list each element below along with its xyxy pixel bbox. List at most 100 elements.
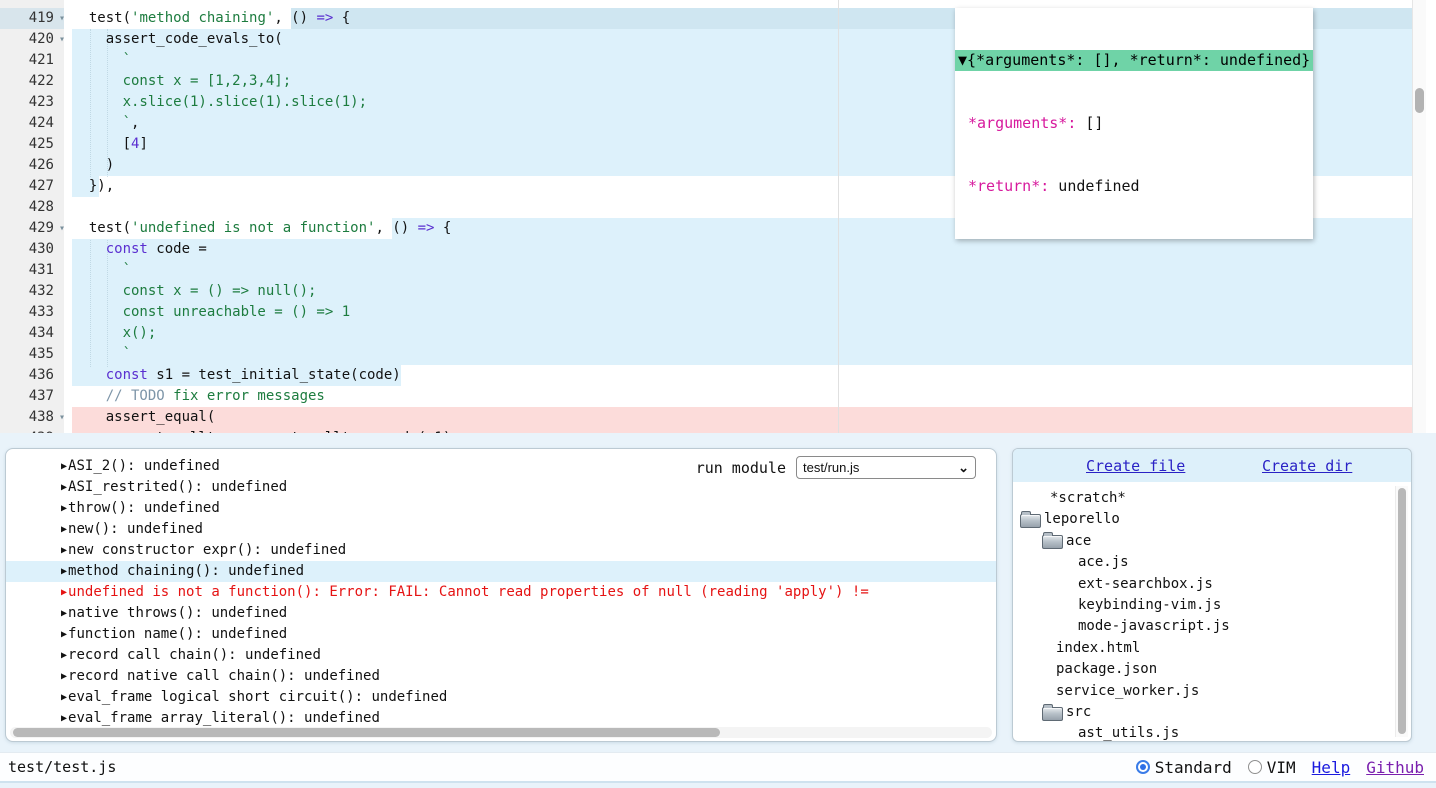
expand-triangle-icon[interactable]: ▶ [61,692,67,703]
gutter-line-number[interactable]: 427 [0,176,64,197]
expand-triangle-icon[interactable]: ▶ [61,566,67,577]
code-token: // TODO [72,388,165,404]
result-row[interactable]: ▶ASI_restrited(): undefined [6,477,996,498]
file-tree-panel: Create file Create dir *scratch*leporell… [1012,448,1412,742]
gutter-line-number[interactable]: 420▾ [0,29,64,50]
expand-triangle-icon[interactable]: ▶ [61,650,67,661]
expand-triangle-icon[interactable]: ▶ [61,545,67,556]
result-row[interactable]: ▶native throws(): undefined [6,603,996,624]
code-editor[interactable]: test('method chaining', () => { assert_c… [0,0,1436,433]
gutter-line-number[interactable]: 429▾ [0,218,64,239]
tree-file-row[interactable]: index.html [1056,638,1140,659]
gutter-line-number[interactable]: 432 [0,281,64,302]
tree-file-row[interactable]: service_worker.js [1056,681,1199,702]
code-line[interactable]: ` [0,344,1414,365]
tree-file-row[interactable]: mode-javascript.js [1078,616,1230,637]
tree-vertical-scrollbar[interactable] [1395,486,1408,737]
code-line[interactable]: const calltree = root_calltree_node(s1) [0,428,1414,433]
tree-file-row[interactable]: package.json [1056,659,1157,680]
tree-folder-row[interactable]: ace [1042,531,1091,552]
expand-triangle-icon[interactable]: ▶ [61,448,67,451]
gutter-line-number[interactable]: 436 [0,365,64,386]
code-token: ` [72,262,131,278]
code-line[interactable]: const s1 = test_initial_state(code) [0,365,1414,386]
result-row[interactable]: ▶throw(): undefined [6,498,996,519]
help-link[interactable]: Help [1312,758,1351,777]
results-horizontal-scrollbar[interactable] [10,727,992,738]
result-row[interactable]: ▶eval_frame array_literal(): undefined [6,708,996,729]
gutter-line-number[interactable]: 422 [0,71,64,92]
expand-triangle-icon[interactable]: ▶ [61,629,67,640]
code-line[interactable]: assert_equal( [0,407,1414,428]
fold-arrow-icon[interactable]: ▾ [59,29,65,50]
code-line[interactable]: const x = () => null(); [0,281,1414,302]
gutter-line-number[interactable]: 424 [0,113,64,134]
gutter-line-number[interactable]: 419▾ [0,8,64,29]
editor-gutter[interactable]: 419▾420▾421422423424425426427428429▾4304… [0,0,64,433]
gutter-line-number[interactable]: 426 [0,155,64,176]
gutter-line-number[interactable]: 433 [0,302,64,323]
expand-triangle-icon[interactable]: ▶ [61,482,67,493]
code-token: test( [72,10,131,26]
editor-scrollbar-thumb[interactable] [1415,88,1424,113]
code-token: const calltree = root_calltree_node(s1) [72,430,451,433]
run-module-selected-value: test/run.js [803,460,859,475]
expand-triangle-icon[interactable]: ▶ [61,461,67,472]
gutter-line-number[interactable]: 431 [0,260,64,281]
create-dir-link[interactable]: Create dir [1262,457,1352,475]
code-line[interactable]: ` [0,260,1414,281]
tree-file-row[interactable]: ast_utils.js [1078,723,1179,741]
tree-file-row[interactable]: ace.js [1078,552,1129,573]
result-row[interactable]: ▶record native call chain(): undefined [6,666,996,687]
fold-arrow-icon[interactable]: ▾ [59,218,65,239]
result-label: native throws(): undefined [68,605,287,621]
gutter-line-number[interactable]: 421 [0,50,64,71]
result-row[interactable]: ▶new(): undefined [6,519,996,540]
tree-file-row[interactable]: *scratch* [1050,488,1126,509]
result-row[interactable]: ▶method chaining(): undefined [6,561,996,582]
result-row[interactable]: ▶new constructor expr(): undefined [6,540,996,561]
code-line[interactable]: const unreachable = () => 1 [0,302,1414,323]
create-file-link[interactable]: Create file [1086,457,1185,475]
expand-triangle-icon[interactable]: ▶ [61,608,67,619]
gutter-line-number[interactable]: 423 [0,92,64,113]
code-token: , [131,115,139,131]
fold-arrow-icon[interactable]: ▾ [59,8,65,29]
radio-selected-icon[interactable] [1136,760,1150,774]
code-line[interactable]: x(); [0,323,1414,344]
tree-file-row[interactable]: keybinding-vim.js [1078,595,1221,616]
expand-triangle-icon[interactable]: ▶ [61,713,67,724]
result-row[interactable]: ▶function name(): undefined [6,624,996,645]
gutter-line-number[interactable]: 425 [0,134,64,155]
tree-folder-row[interactable]: leporello [1020,509,1120,530]
gutter-line-number[interactable]: 430 [0,239,64,260]
run-module-select[interactable]: test/run.js ⌄ [796,456,976,479]
tree-folder-row[interactable]: src [1042,702,1091,723]
expand-triangle-icon[interactable]: ▶ [61,671,67,682]
tree-file-row[interactable]: ext-searchbox.js [1078,574,1213,595]
tooltip-header-row[interactable]: ▼{*arguments*: [], *return*: undefined} [955,50,1313,71]
gutter-line-number[interactable]: 439 [0,428,64,433]
result-row[interactable]: ▶ASI(): undefined [6,448,996,456]
result-row[interactable]: ▶undefined is not a function(): Error: F… [6,582,996,603]
result-row[interactable]: ▶eval_frame logical short circuit(): und… [6,687,996,708]
gutter-line-number[interactable]: 437 [0,386,64,407]
gutter-line-number[interactable]: 434 [0,323,64,344]
github-link[interactable]: Github [1366,758,1424,777]
tree-scrollbar-thumb[interactable] [1398,488,1406,734]
fold-arrow-icon[interactable]: ▾ [59,407,65,428]
result-row[interactable]: ▶record call chain(): undefined [6,645,996,666]
gutter-line-number[interactable]: 428 [0,197,64,218]
expand-triangle-icon[interactable]: ▶ [61,587,67,598]
results-scrollbar-thumb[interactable] [13,728,720,737]
expand-triangle-icon[interactable]: ▶ [61,503,67,514]
gutter-line-number[interactable]: 435 [0,344,64,365]
radio-unselected-icon[interactable] [1248,760,1262,774]
expand-triangle-icon[interactable]: ▶ [61,524,67,535]
code-line[interactable]: // TODO fix error messages [0,386,1414,407]
code-line[interactable]: const code = [0,239,1414,260]
editor-vertical-scrollbar[interactable] [1412,0,1426,433]
gutter-line-number[interactable]: 438▾ [0,407,64,428]
keybinding-standard-option[interactable]: Standard [1136,758,1232,777]
keybinding-vim-option[interactable]: VIM [1248,758,1296,777]
